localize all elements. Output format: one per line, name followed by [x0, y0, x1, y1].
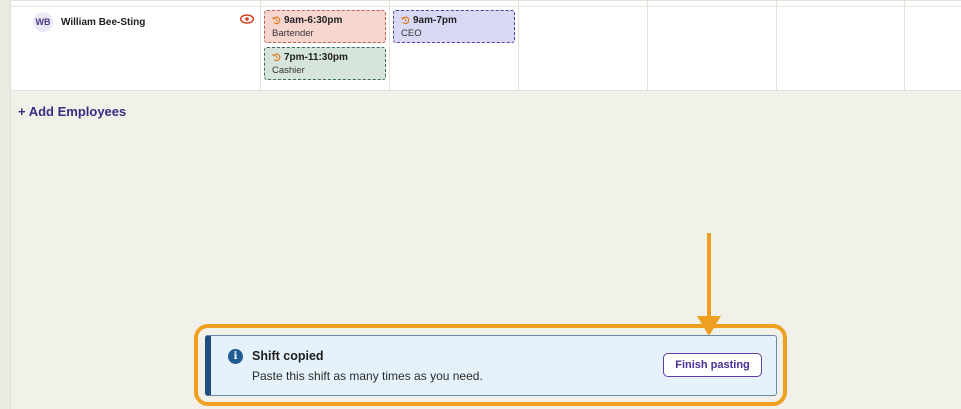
toast-message: Paste this shift as many times as you ne… — [252, 369, 483, 383]
employee-name: William Bee-Sting — [61, 17, 146, 28]
add-employees-link[interactable]: + Add Employees — [18, 104, 126, 119]
shift-card[interactable]: 9am-6:30pm Bartender — [264, 10, 386, 43]
repeat-icon — [272, 53, 281, 62]
shift-time: 7pm-11:30pm — [272, 51, 385, 64]
shift-role: Bartender — [272, 28, 314, 39]
finish-pasting-button[interactable]: Finish pasting — [663, 353, 762, 377]
repeat-icon — [272, 16, 281, 25]
shift-time-label: 9am-7pm — [413, 15, 457, 26]
column-divider — [776, 0, 777, 91]
info-icon: i — [228, 349, 243, 364]
column-divider — [518, 0, 519, 91]
shift-time: 9am-7pm — [401, 14, 514, 27]
column-divider — [647, 0, 648, 91]
repeat-icon — [401, 16, 410, 25]
shift-time-label: 7pm-11:30pm — [284, 52, 348, 63]
shift-card[interactable]: 7pm-11:30pm Cashier — [264, 47, 386, 80]
shift-role: CEO — [401, 28, 422, 39]
employee-cell[interactable]: WB William Bee-Sting — [11, 7, 260, 91]
shift-copied-toast: i Shift copied Paste this shift as many … — [205, 335, 777, 396]
page-left-gutter — [0, 0, 11, 409]
toast-title: Shift copied — [252, 349, 324, 363]
column-divider — [260, 0, 261, 91]
column-divider — [904, 0, 905, 91]
shift-time: 9am-6:30pm — [272, 14, 385, 27]
shift-role: Cashier — [272, 65, 305, 76]
shift-card[interactable]: 9am-7pm CEO — [393, 10, 515, 43]
avatar: WB — [33, 12, 53, 32]
column-divider — [389, 0, 390, 91]
shift-time-label: 9am-6:30pm — [284, 15, 343, 26]
eye-icon[interactable] — [240, 14, 254, 24]
annotation-arrow-shaft — [707, 233, 711, 318]
